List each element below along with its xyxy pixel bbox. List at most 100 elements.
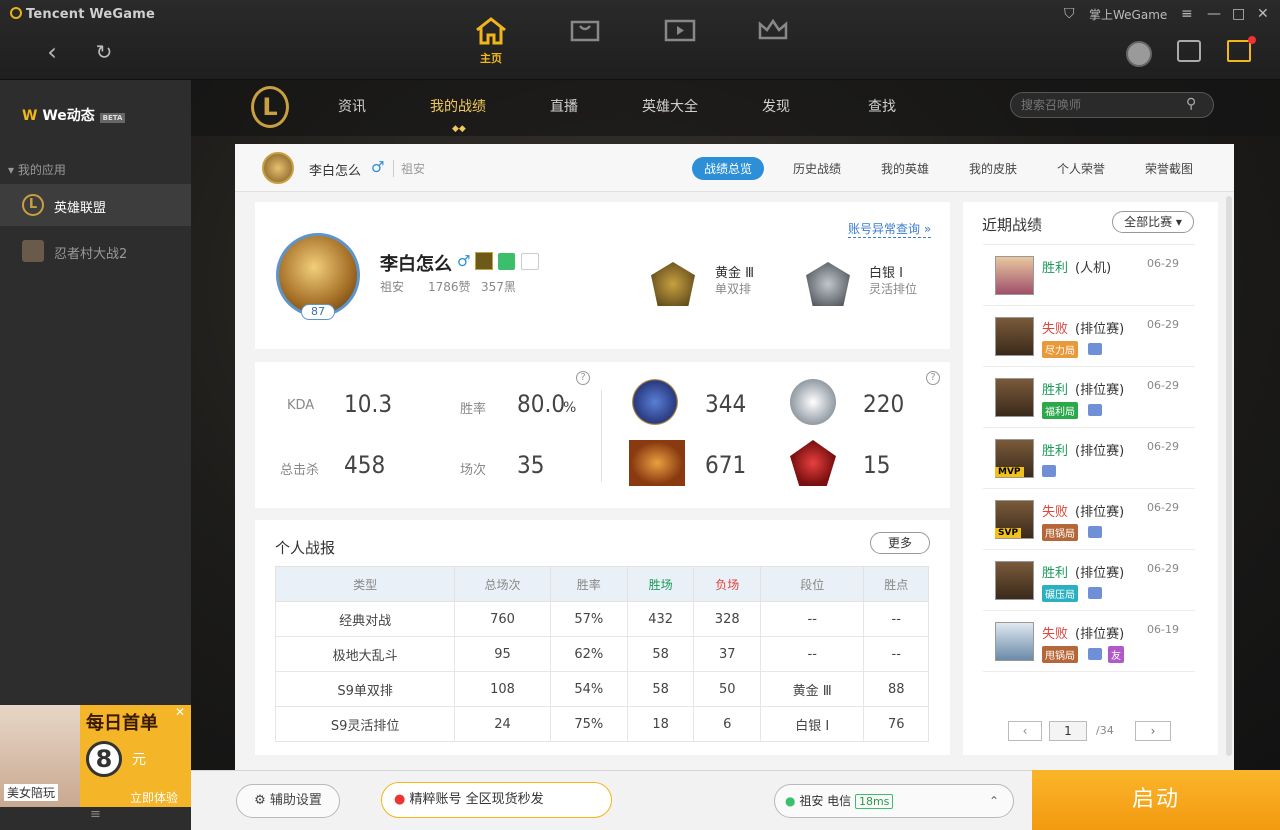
- close-icon[interactable]: ✕: [1257, 6, 1269, 22]
- help-icon[interactable]: ?: [576, 371, 590, 385]
- tab-my-record[interactable]: 我的战绩: [430, 96, 486, 116]
- summoner-search-input[interactable]: [1010, 92, 1214, 118]
- profile-likes: 1786赞: [428, 280, 471, 294]
- sidebar-item-lol[interactable]: L 英雄联盟: [0, 184, 191, 226]
- ad-caption: 美女陪玩: [4, 784, 59, 801]
- mobile-wegame-icon[interactable]: ⛉: [1064, 6, 1075, 22]
- match-mode: (排位赛): [1075, 566, 1125, 581]
- tab-live[interactable]: 直播: [550, 96, 578, 116]
- summoner-name: 李白怎么: [309, 164, 362, 179]
- notification-dot: [1248, 36, 1256, 44]
- chevron-up-icon: ⌃: [988, 794, 999, 808]
- cell: --: [863, 601, 929, 637]
- sidebar: W We动态 BETA ▾ 我的应用 L 英雄联盟 忍者村大战2: [0, 80, 191, 770]
- ad-close-icon[interactable]: ✕: [175, 705, 185, 719]
- recent-match-item[interactable]: 胜利 (人机) 06-29: [983, 245, 1195, 306]
- refresh-icon[interactable]: ↻: [88, 36, 120, 68]
- col-winrate: 胜率: [549, 566, 628, 602]
- wegame-logo-icon: [10, 7, 22, 19]
- page-input[interactable]: 1: [1049, 721, 1087, 741]
- match-tag: 碾压局: [1042, 585, 1078, 602]
- subtab-honor[interactable]: 个人荣誉: [1057, 160, 1105, 177]
- recent-match-item[interactable]: 失败 (排位赛) 06-19 甩锅局 友: [983, 611, 1195, 672]
- gear-icon: ⚙: [254, 793, 266, 808]
- prev-page-button[interactable]: ‹: [1008, 721, 1042, 741]
- mini-avatar[interactable]: [262, 152, 294, 184]
- abnormal-query-link[interactable]: 账号异常查询 »: [848, 220, 932, 238]
- scrollbar[interactable]: [1226, 196, 1232, 756]
- col-losses: 负场: [693, 566, 762, 602]
- recent-match-item[interactable]: 胜利 (排位赛) 06-29 碾压局: [983, 550, 1195, 611]
- honor-icon: [521, 253, 539, 270]
- nav-store[interactable]: [555, 12, 615, 70]
- cell: S9灵活排位: [274, 706, 456, 742]
- kills-value: 458: [344, 451, 386, 479]
- store-icon: [570, 20, 600, 42]
- screenshot-icon[interactable]: [1088, 648, 1102, 660]
- mvp-badge: MVP: [995, 467, 1024, 477]
- subtab-heroes[interactable]: 我的英雄: [881, 160, 929, 177]
- subtab-overview[interactable]: 战绩总览: [692, 157, 765, 180]
- search-icon[interactable]: ⚲: [1186, 96, 1196, 112]
- ad-banner[interactable]: 美女陪玩 每日首单 8 元 立即体验 ✕: [0, 705, 191, 807]
- promo-text: 精粹账号 全区现货秒发: [409, 792, 544, 807]
- menu-icon[interactable]: ≡: [1181, 6, 1193, 22]
- we-dynamic-logo[interactable]: W We动态 BETA: [22, 105, 126, 125]
- match-date: 06-29: [1147, 440, 1179, 453]
- tab-search[interactable]: 查找: [868, 96, 896, 116]
- match-mode: (排位赛): [1075, 322, 1125, 337]
- subtab-history[interactable]: 历史战绩: [793, 160, 841, 177]
- gift-icon[interactable]: [1227, 40, 1251, 62]
- back-icon[interactable]: ‹: [36, 36, 68, 68]
- subtab-skins[interactable]: 我的皮肤: [969, 160, 1017, 177]
- recent-match-item[interactable]: MVP 胜利 (排位赛) 06-29: [983, 428, 1195, 489]
- more-button[interactable]: 更多: [870, 532, 930, 554]
- cell: 58: [626, 671, 695, 707]
- table-row: 极地大乱斗 95 62% 58 37 -- --: [274, 636, 929, 672]
- avatar[interactable]: [1126, 41, 1152, 67]
- tab-discover[interactable]: 发现: [762, 96, 790, 116]
- cell: 37: [693, 636, 762, 672]
- sidebar-menu-icon[interactable]: ≡: [0, 807, 191, 830]
- screenshot-icon[interactable]: [1042, 465, 1056, 477]
- server-selector[interactable]: ● 祖安 电信 18ms ⌃: [774, 784, 1014, 818]
- screenshot-icon[interactable]: [1088, 404, 1102, 416]
- recent-match-item[interactable]: 胜利 (排位赛) 06-29 福利局: [983, 367, 1195, 428]
- next-page-button[interactable]: ›: [1135, 721, 1171, 741]
- dot-icon: ●: [394, 792, 406, 807]
- help-icon[interactable]: ?: [926, 371, 940, 385]
- promo-banner[interactable]: ● 精粹账号 全区现货秒发: [381, 782, 612, 818]
- champion-avatar: [995, 622, 1034, 661]
- launch-button[interactable]: 启动: [1032, 770, 1280, 830]
- cell: 50: [693, 671, 762, 707]
- match-mode: (排位赛): [1075, 444, 1125, 459]
- subtab-screenshots[interactable]: 荣誉截图: [1145, 160, 1193, 177]
- male-icon: ♂: [371, 158, 385, 176]
- tab-news[interactable]: 资讯: [338, 96, 366, 116]
- gold-rank-icon: [651, 262, 695, 306]
- recent-match-item[interactable]: SVP 失败 (排位赛) 06-29 甩锅局: [983, 489, 1195, 550]
- screenshot-icon[interactable]: [1088, 343, 1102, 355]
- cell: 95: [454, 636, 551, 672]
- nav-video[interactable]: [650, 12, 710, 70]
- match-filter-dropdown[interactable]: 全部比赛 ▾: [1112, 211, 1194, 233]
- divider: [601, 390, 602, 482]
- match-date: 06-29: [1147, 501, 1179, 514]
- screenshot-icon[interactable]: [1088, 526, 1102, 538]
- ad-cta[interactable]: 立即体验: [130, 789, 178, 806]
- sidebar-item-ninja[interactable]: 忍者村大战2: [0, 230, 191, 272]
- my-apps-section[interactable]: ▾ 我的应用: [8, 161, 66, 178]
- copy-icon[interactable]: [498, 253, 515, 270]
- mobile-wegame-link[interactable]: 掌上WeGame: [1089, 6, 1167, 23]
- profile-gender-icon: ♂: [457, 252, 471, 270]
- nav-crown[interactable]: [743, 12, 803, 70]
- tab-heroes[interactable]: 英雄大全: [642, 96, 698, 116]
- minimize-icon[interactable]: —: [1207, 6, 1221, 22]
- chat-icon[interactable]: [1177, 40, 1201, 62]
- recent-match-item[interactable]: 失败 (排位赛) 06-29 尽力局: [983, 306, 1195, 367]
- assist-settings-button[interactable]: ⚙ 辅助设置: [236, 784, 340, 818]
- maximize-icon[interactable]: □: [1232, 6, 1245, 22]
- screenshot-icon[interactable]: [1088, 587, 1102, 599]
- nav-home[interactable]: 主页: [461, 12, 521, 70]
- match-mode: (排位赛): [1075, 383, 1125, 398]
